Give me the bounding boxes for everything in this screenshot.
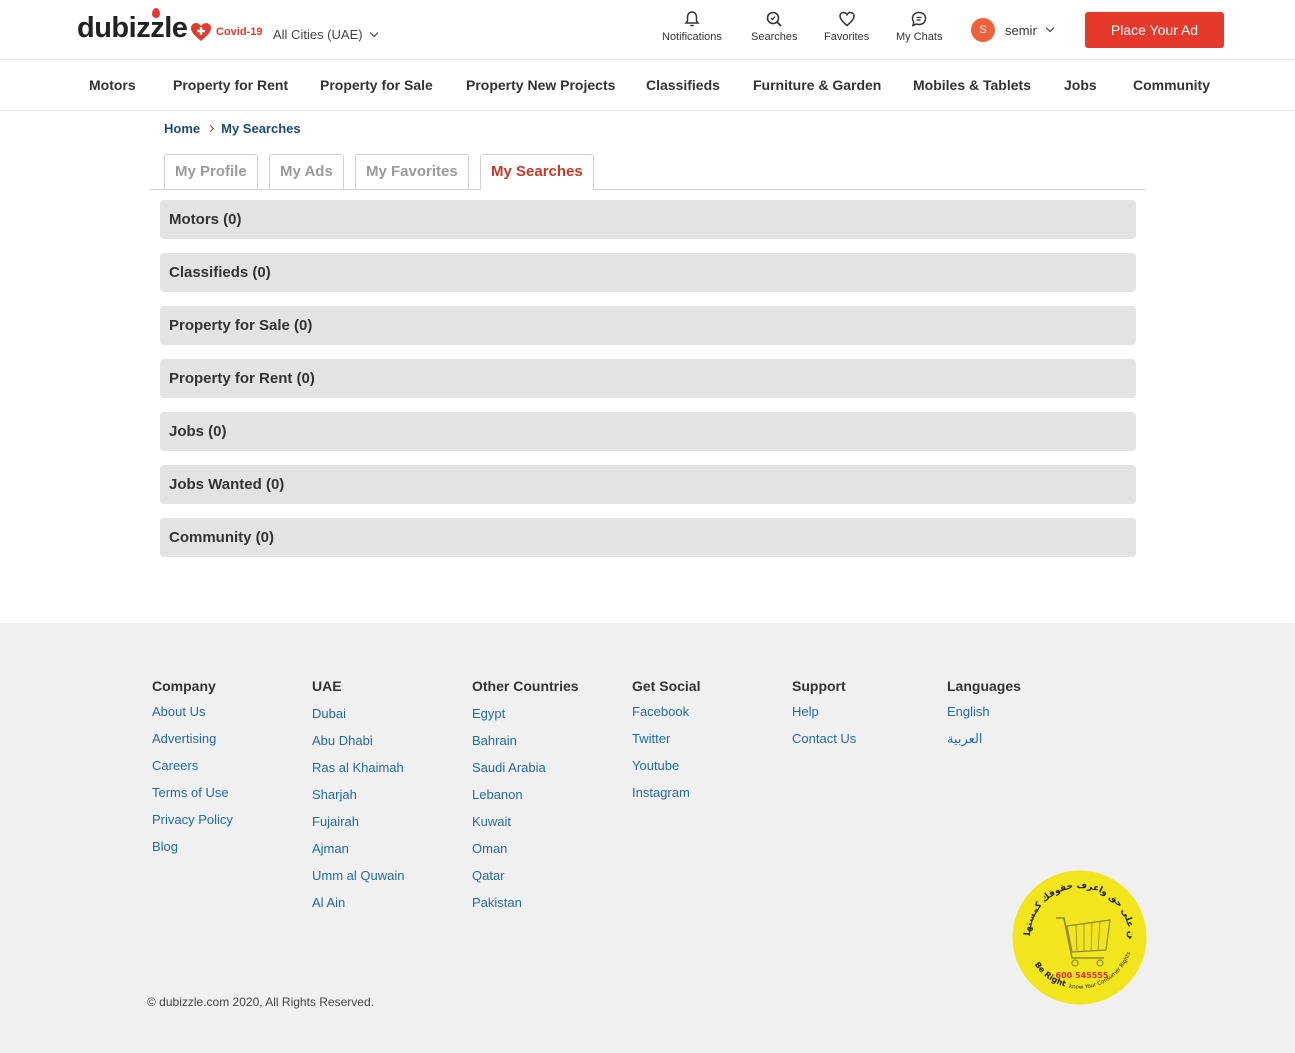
footer-link-al-ain[interactable]: Al Ain	[312, 894, 404, 921]
footer-link-lebanon[interactable]: Lebanon	[472, 786, 579, 813]
footer-link-abu-dhabi[interactable]: Abu Dhabi	[312, 732, 404, 759]
nav-item-mobiles-tablets[interactable]: Mobiles & Tablets	[913, 77, 1031, 93]
consumer-rights-badge[interactable]: كن على حق واعرف حقوقك كمستهلك Be Right k…	[1012, 870, 1147, 1005]
footer-column-title: Languages	[947, 678, 1021, 694]
city-label: All Cities (UAE)	[273, 27, 363, 42]
place-your-ad-button[interactable]: Place Your Ad	[1085, 12, 1224, 48]
tab-my-favorites[interactable]: My Favorites	[355, 154, 469, 189]
category-nav: Motors Property for Rent Property for Sa…	[0, 60, 1295, 111]
tab-my-profile[interactable]: My Profile	[164, 154, 258, 189]
footer-link-sharjah[interactable]: Sharjah	[312, 786, 404, 813]
breadcrumb-current[interactable]: My Searches	[221, 121, 301, 136]
copyright-text: © dubizzle.com 2020, All Rights Reserved…	[147, 995, 374, 1009]
search-group-jobs-wanted[interactable]: Jobs Wanted (0)	[160, 465, 1136, 504]
bell-icon	[684, 11, 700, 27]
chevron-right-icon	[207, 124, 215, 133]
nav-item-furniture-garden[interactable]: Furniture & Garden	[753, 77, 881, 93]
footer-link-terms-of-use[interactable]: Terms of Use	[152, 784, 233, 811]
notifications-button[interactable]: Notifications	[662, 10, 722, 43]
chat-icon	[911, 11, 927, 27]
footer-link-ajman[interactable]: Ajman	[312, 840, 404, 867]
covid-link[interactable]: Covid-19	[190, 22, 262, 42]
search-group-motors[interactable]: Motors (0)	[160, 200, 1136, 239]
footer-link-privacy-policy[interactable]: Privacy Policy	[152, 811, 233, 838]
nav-item-property-for-sale[interactable]: Property for Sale	[320, 77, 433, 93]
footer-link-kuwait[interactable]: Kuwait	[472, 813, 579, 840]
footer-column-title: Company	[152, 678, 216, 694]
footer-column-title: Support	[792, 678, 846, 694]
search-group-community[interactable]: Community (0)	[160, 518, 1136, 557]
footer-link-blog[interactable]: Blog	[152, 838, 233, 865]
footer-column-uae: UAE Dubai Abu Dhabi Ras al Khaimah Sharj…	[312, 678, 404, 921]
tab-divider	[150, 189, 1145, 190]
user-menu[interactable]: S semir	[971, 18, 1055, 42]
footer-column-title: UAE	[312, 678, 342, 694]
nav-item-classifieds[interactable]: Classifieds	[646, 77, 720, 93]
footer-link-egypt[interactable]: Egypt	[472, 705, 579, 732]
nav-item-motors[interactable]: Motors	[89, 77, 136, 93]
nav-item-community[interactable]: Community	[1133, 77, 1210, 93]
footer-link-bahrain[interactable]: Bahrain	[472, 732, 579, 759]
favorites-label: Favorites	[824, 31, 870, 43]
footer-column-title: Other Countries	[472, 678, 579, 694]
footer-link-umm-al-quwain[interactable]: Umm al Quwain	[312, 867, 404, 894]
chevron-down-icon	[369, 28, 378, 37]
avatar: S	[971, 18, 995, 42]
tab-my-ads[interactable]: My Ads	[269, 154, 344, 189]
footer-link-fujairah[interactable]: Fujairah	[312, 813, 404, 840]
footer-column-company: Company About Us Advertising Careers Ter…	[152, 678, 233, 865]
user-name: semir	[1005, 22, 1037, 38]
my-chats-button[interactable]: My Chats	[896, 10, 942, 43]
heart-icon	[838, 11, 855, 27]
covid-label: Covid-19	[216, 26, 263, 38]
tab-my-searches[interactable]: My Searches	[480, 154, 594, 190]
search-icon	[766, 11, 782, 27]
footer-column-languages: Languages English العربية	[947, 678, 1021, 757]
footer-column-other-countries: Other Countries Egypt Bahrain Saudi Arab…	[472, 678, 579, 921]
searches-label: Searches	[751, 31, 798, 43]
footer-link-facebook[interactable]: Facebook	[632, 703, 700, 730]
footer-link-contact-us[interactable]: Contact Us	[792, 730, 856, 757]
nav-item-property-for-rent[interactable]: Property for Rent	[173, 77, 288, 93]
badge-phone: 600 545555	[1056, 971, 1109, 980]
heart-plus-icon	[190, 22, 212, 42]
search-group-jobs[interactable]: Jobs (0)	[160, 412, 1136, 451]
footer-link-about-us[interactable]: About Us	[152, 703, 233, 730]
search-group-property-for-sale[interactable]: Property for Sale (0)	[160, 306, 1136, 345]
footer-link-help[interactable]: Help	[792, 703, 856, 730]
footer-column-get-social: Get Social Facebook Twitter Youtube Inst…	[632, 678, 700, 811]
footer-link-instagram[interactable]: Instagram	[632, 784, 700, 811]
footer-link-dubai[interactable]: Dubai	[312, 705, 404, 732]
site-footer: Company About Us Advertising Careers Ter…	[0, 623, 1295, 1053]
footer-link-english[interactable]: English	[947, 703, 1021, 730]
footer-link-careers[interactable]: Careers	[152, 757, 233, 784]
chevron-down-icon	[1045, 23, 1055, 33]
my-chats-label: My Chats	[896, 31, 943, 43]
breadcrumb-home[interactable]: Home	[164, 121, 200, 136]
footer-column-title: Get Social	[632, 678, 701, 694]
logo-flame-icon	[152, 8, 160, 18]
nav-item-jobs[interactable]: Jobs	[1064, 77, 1097, 93]
footer-link-saudi-arabia[interactable]: Saudi Arabia	[472, 759, 579, 786]
notifications-label: Notifications	[662, 31, 722, 43]
searches-button[interactable]: Searches	[751, 10, 797, 43]
search-group-property-for-rent[interactable]: Property for Rent (0)	[160, 359, 1136, 398]
footer-link-youtube[interactable]: Youtube	[632, 757, 700, 784]
footer-link-qatar[interactable]: Qatar	[472, 867, 579, 894]
site-header: dubizzle Covid-19 All Cities (UAE) Notif…	[0, 0, 1295, 60]
city-selector[interactable]: All Cities (UAE)	[273, 27, 378, 42]
footer-link-ras-al-khaimah[interactable]: Ras al Khaimah	[312, 759, 404, 786]
nav-item-property-new-projects[interactable]: Property New Projects	[466, 77, 615, 93]
breadcrumb: Home My Searches	[164, 121, 301, 136]
footer-link-oman[interactable]: Oman	[472, 840, 579, 867]
search-group-classifieds[interactable]: Classifieds (0)	[160, 253, 1136, 292]
footer-link-twitter[interactable]: Twitter	[632, 730, 700, 757]
footer-column-support: Support Help Contact Us	[792, 678, 856, 757]
footer-link-arabic[interactable]: العربية	[947, 730, 1021, 757]
footer-link-advertising[interactable]: Advertising	[152, 730, 233, 757]
favorites-button[interactable]: Favorites	[824, 10, 869, 43]
footer-link-pakistan[interactable]: Pakistan	[472, 894, 579, 921]
dubizzle-logo[interactable]: dubizzle	[77, 8, 188, 45]
